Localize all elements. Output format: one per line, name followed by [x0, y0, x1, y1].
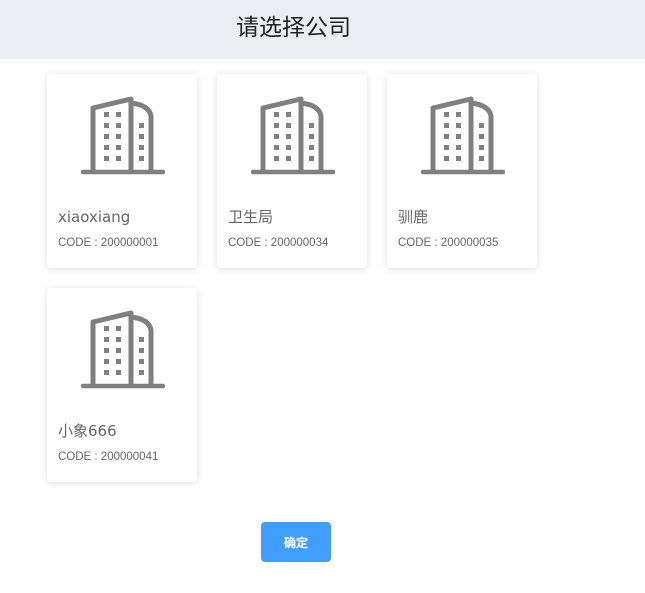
building-icon: [251, 96, 335, 176]
company-name: 小象666: [58, 422, 117, 440]
company-code: CODE : 200000001: [58, 237, 159, 249]
page-header: 请选择公司: [0, 0, 645, 59]
company-card[interactable]: 小象666 CODE : 200000041: [47, 288, 197, 482]
company-code: CODE : 200000041: [58, 451, 159, 463]
company-name: xiaoxiang: [58, 208, 131, 226]
building-icon: [421, 96, 505, 176]
building-icon: [81, 96, 165, 176]
confirm-button[interactable]: 确定: [261, 522, 331, 562]
company-code: CODE : 200000035: [398, 237, 499, 249]
company-card[interactable]: xiaoxiang CODE : 200000001: [47, 74, 197, 268]
company-card[interactable]: 卫生局 CODE : 200000034: [217, 74, 367, 268]
company-name: 驯鹿: [398, 208, 429, 226]
company-card[interactable]: 驯鹿 CODE : 200000035: [387, 74, 537, 268]
company-name: 卫生局: [228, 208, 274, 226]
building-icon: [81, 310, 165, 390]
page-title: 请选择公司: [236, 15, 351, 41]
company-code: CODE : 200000034: [228, 237, 329, 249]
